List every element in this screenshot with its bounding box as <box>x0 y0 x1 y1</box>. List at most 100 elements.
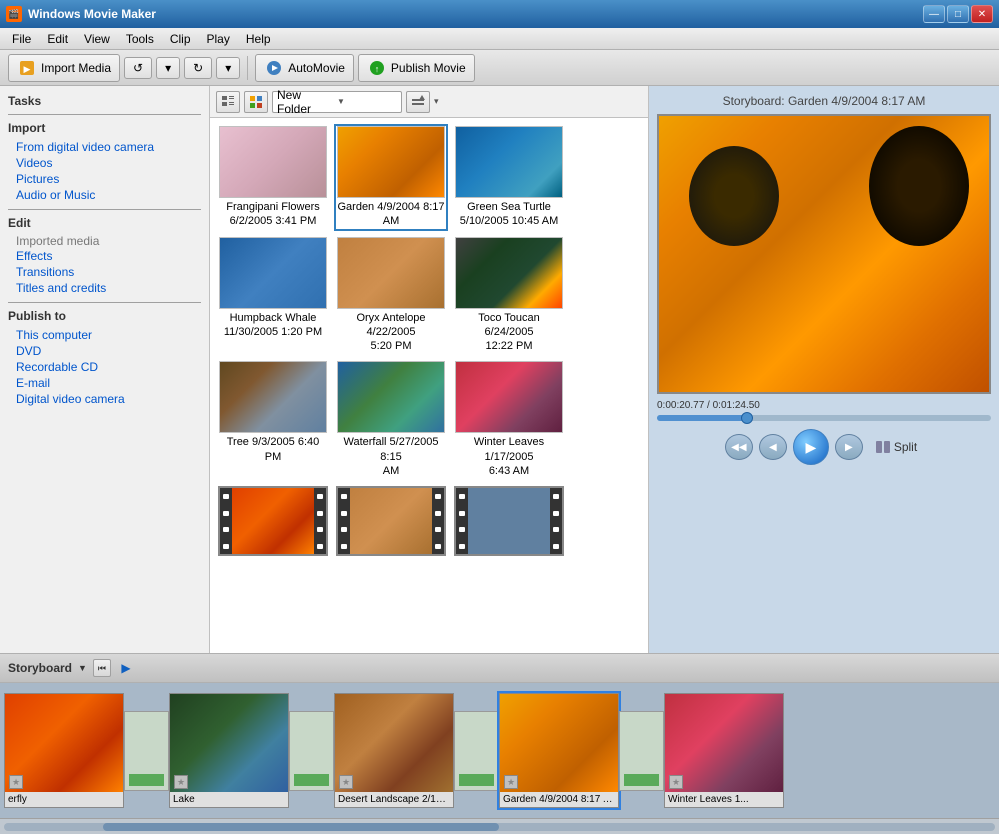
sidebar-dv-camera[interactable]: Digital video camera <box>8 391 201 407</box>
filmstrip-right-3 <box>550 488 562 554</box>
story-clip-desert[interactable]: ★ Desert Landscape 2/12/... <box>334 693 454 808</box>
transition-bar-4 <box>624 774 659 786</box>
storyboard-label: Storyboard <box>8 661 72 675</box>
sidebar-dvd[interactable]: DVD <box>8 343 201 359</box>
media-item-waterfall[interactable]: Waterfall 5/27/2005 8:15AM <box>336 361 446 478</box>
automovie-button[interactable]: AutoMovie <box>255 54 354 82</box>
import-media-button[interactable]: ▶ Import Media <box>8 54 120 82</box>
media-thumb-oryx <box>337 237 445 309</box>
maximize-button[interactable]: □ <box>947 5 969 23</box>
folder-dropdown[interactable]: New Folder ▼ <box>272 91 402 113</box>
play-button[interactable]: ▶ <box>793 429 829 465</box>
sidebar-from-camera[interactable]: From digital video camera <box>8 139 201 155</box>
menu-play[interactable]: Play <box>199 30 238 48</box>
timeline-scrollbar[interactable] <box>0 818 999 834</box>
media-grid: Frangipani Flowers6/2/2005 3:41 PM Garde… <box>210 118 648 653</box>
media-item-oryx[interactable]: Oryx Antelope 4/22/20055:20 PM <box>336 237 446 354</box>
media-item-tree[interactable]: Tree 9/3/2005 6:40 PM <box>218 361 328 478</box>
progress-row <box>657 415 991 421</box>
view-thumbnails-button[interactable] <box>244 91 268 113</box>
preview-area: Storyboard: Garden 4/9/2004 8:17 AM 0:00… <box>649 86 999 653</box>
undo-dropdown[interactable]: ▾ <box>156 57 180 79</box>
media-item-video2[interactable] <box>336 486 446 556</box>
view-details-button[interactable] <box>216 91 240 113</box>
split-button[interactable]: Split <box>869 437 923 457</box>
step-back-button[interactable]: ◀ <box>759 434 787 460</box>
media-item-turtle[interactable]: Green Sea Turtle5/10/2005 10:45 AM <box>454 126 564 229</box>
scroll-thumb[interactable] <box>103 823 499 831</box>
clip-label-winter: Winter Leaves 1... <box>665 792 783 807</box>
transition-1[interactable] <box>124 711 169 791</box>
media-item-video1[interactable] <box>218 486 328 556</box>
menu-clip[interactable]: Clip <box>162 30 199 48</box>
transition-2[interactable] <box>289 711 334 791</box>
menu-edit[interactable]: Edit <box>39 30 76 48</box>
rewind-button[interactable]: ◀◀ <box>725 434 753 460</box>
transition-4[interactable] <box>619 711 664 791</box>
media-item-winter[interactable]: Winter Leaves 1/17/20056:43 AM <box>454 361 564 478</box>
transition-bar-3 <box>459 774 494 786</box>
progress-track[interactable] <box>657 415 991 421</box>
sidebar-titles[interactable]: Titles and credits <box>8 280 201 296</box>
story-clip-garden[interactable]: ★ Garden 4/9/2004 8:17 AM <box>499 693 619 808</box>
progress-thumb[interactable] <box>741 412 753 424</box>
storyboard-go-start[interactable]: ⏮ <box>93 659 111 677</box>
sidebar-recordable-cd[interactable]: Recordable CD <box>8 359 201 375</box>
preview-screen <box>657 114 991 394</box>
publish-divider <box>8 302 201 303</box>
main-area: Tasks Import From digital video camera V… <box>0 86 999 653</box>
sidebar-this-computer[interactable]: This computer <box>8 327 201 343</box>
clip-star-butterfly: ★ <box>9 775 23 789</box>
close-button[interactable]: ✕ <box>971 5 993 23</box>
transition-bar-1 <box>129 774 164 786</box>
minimize-button[interactable]: — <box>923 5 945 23</box>
publish-movie-label: Publish Movie <box>391 61 466 75</box>
view-options-button[interactable] <box>406 91 430 113</box>
story-clip-butterfly[interactable]: ★ erfly <box>4 693 124 808</box>
menu-file[interactable]: File <box>4 30 39 48</box>
step-forward-button[interactable]: ▶ <box>835 434 863 460</box>
clip-label-lake: Lake <box>170 792 288 807</box>
media-browser: New Folder ▼ ▾ Frangipani Flowers6/2/200… <box>210 86 649 653</box>
menu-tools[interactable]: Tools <box>118 30 162 48</box>
undo-button[interactable]: ↺ <box>124 57 152 79</box>
play-icon: ▶ <box>805 439 816 456</box>
dropdown-extra-arrow: ▾ <box>434 96 439 107</box>
redo-button[interactable]: ↻ <box>184 57 212 79</box>
storyboard-play-arrow[interactable]: ▶ <box>117 659 135 677</box>
import-media-label: Import Media <box>41 61 111 75</box>
sidebar-email[interactable]: E-mail <box>8 375 201 391</box>
media-item-toucan[interactable]: Toco Toucan 6/24/200512:22 PM <box>454 237 564 354</box>
automovie-icon <box>264 58 284 78</box>
sidebar-transitions[interactable]: Transitions <box>8 264 201 280</box>
transition-3[interactable] <box>454 711 499 791</box>
sidebar-videos[interactable]: Videos <box>8 155 201 171</box>
menu-help[interactable]: Help <box>238 30 279 48</box>
scroll-track[interactable] <box>4 823 995 831</box>
media-item-garden[interactable]: Garden 4/9/2004 8:17AM <box>336 126 446 229</box>
sidebar-pictures[interactable]: Pictures <box>8 171 201 187</box>
story-clip-winter[interactable]: ★ Winter Leaves 1... <box>664 693 784 808</box>
redo-dropdown[interactable]: ▾ <box>216 57 240 79</box>
media-item-whale[interactable]: Humpback Whale11/30/2005 1:20 PM <box>218 237 328 354</box>
menu-view[interactable]: View <box>76 30 118 48</box>
storyboard-dropdown-arrow[interactable]: ▼ <box>78 663 87 673</box>
media-label-frangipani: Frangipani Flowers6/2/2005 3:41 PM <box>226 200 320 229</box>
publish-movie-button[interactable]: ↑ Publish Movie <box>358 54 475 82</box>
clip-label-garden: Garden 4/9/2004 8:17 AM <box>500 792 618 807</box>
menu-bar: File Edit View Tools Clip Play Help <box>0 28 999 50</box>
edit-divider <box>8 209 201 210</box>
media-item-video3[interactable] <box>454 486 564 556</box>
media-item-frangipani[interactable]: Frangipani Flowers6/2/2005 3:41 PM <box>218 126 328 229</box>
sidebar-effects[interactable]: Effects <box>8 248 201 264</box>
story-clip-lake[interactable]: ★ Lake <box>169 693 289 808</box>
folder-name: New Folder <box>277 88 337 116</box>
toolbar: ▶ Import Media ↺ ▾ ↻ ▾ AutoMovie ↑ Publi… <box>0 50 999 86</box>
filmstrip-left-3 <box>456 488 468 554</box>
import-icon: ▶ <box>17 58 37 78</box>
clip-star-winter: ★ <box>669 775 683 789</box>
sidebar-audio[interactable]: Audio or Music <box>8 187 201 203</box>
media-thumb-waterfall <box>337 361 445 433</box>
import-divider <box>8 114 201 115</box>
clip-star-lake: ★ <box>174 775 188 789</box>
